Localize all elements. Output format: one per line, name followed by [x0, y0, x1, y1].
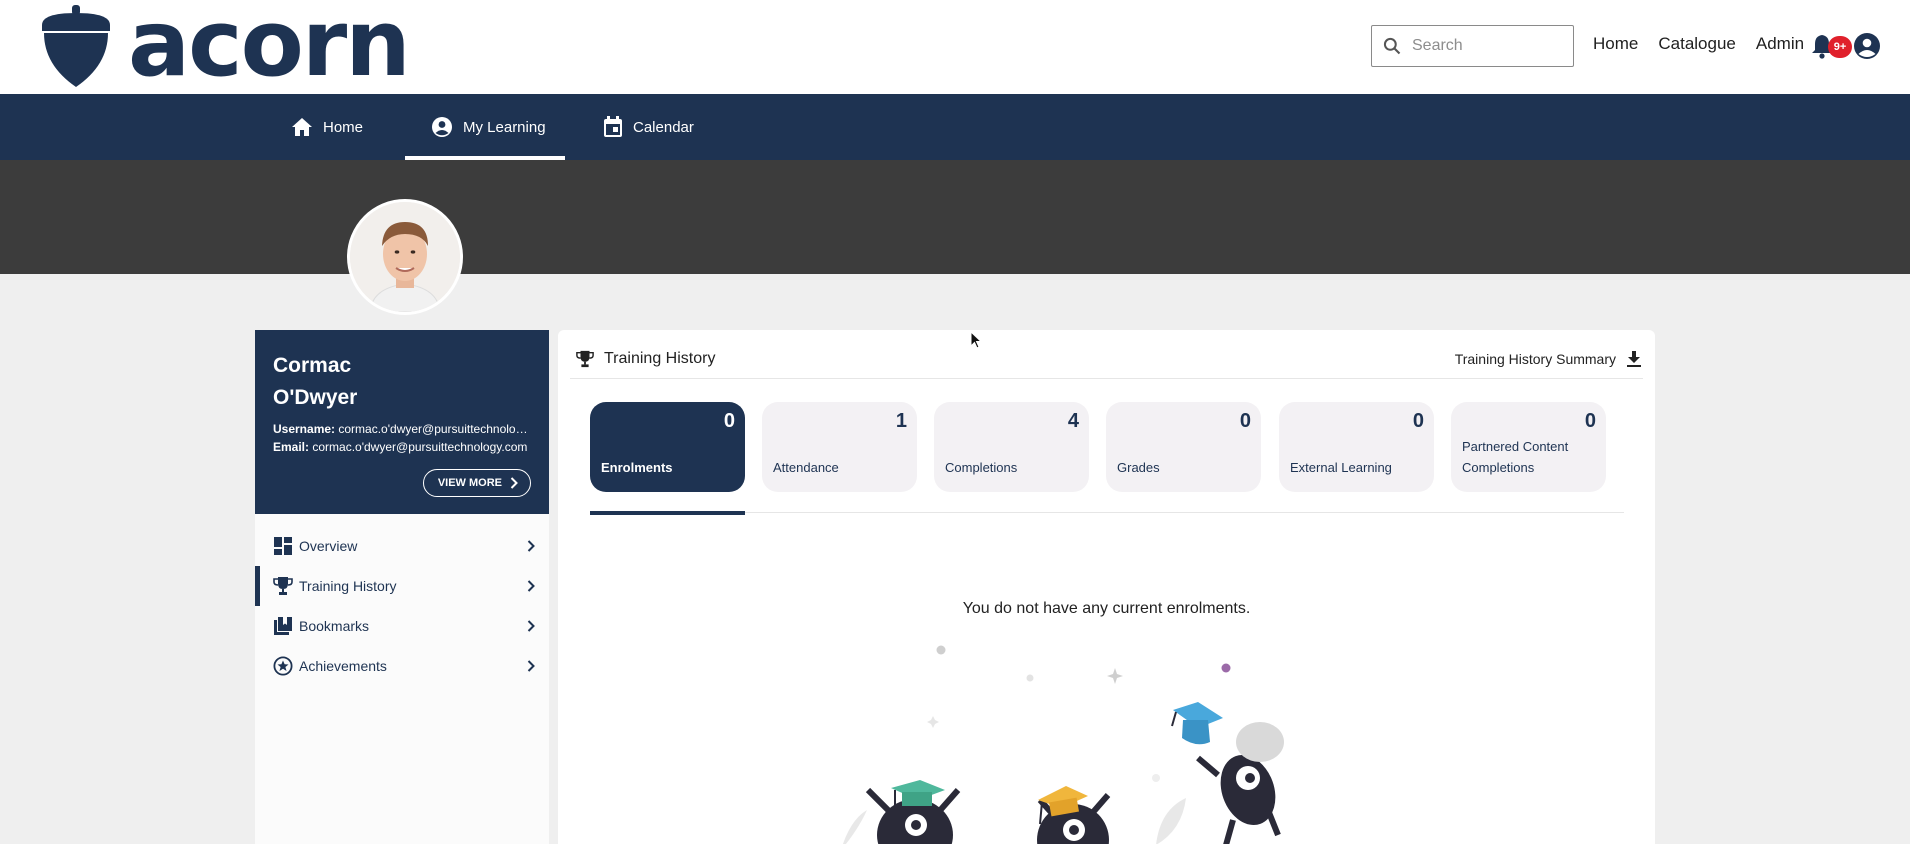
tile-enrolments[interactable]: 0 Enrolments — [590, 402, 745, 492]
nav-tab-label: My Learning — [463, 118, 546, 136]
profile-banner — [0, 160, 1910, 274]
username-value: cormac.o'dwyer@pursuittechnology... — [338, 422, 531, 436]
sidebar-item-label: Training History — [299, 578, 397, 594]
tile-label: Attendance — [773, 460, 839, 475]
graduation-monsters-illustration — [842, 645, 1284, 844]
account-circle-icon — [432, 117, 452, 137]
search-icon — [1383, 37, 1401, 55]
summary-link-label: Training History Summary — [1454, 351, 1616, 367]
nav-tab-my-learning[interactable]: My Learning — [405, 94, 565, 160]
sidebar-item-achievements[interactable]: Achievements — [255, 646, 549, 686]
chevron-right-icon — [510, 477, 518, 489]
tile-count: 0 — [1412, 410, 1424, 432]
chevron-right-icon — [527, 580, 535, 592]
top-links: Home Catalogue Admin — [1593, 34, 1824, 54]
email-label: Email: — [273, 440, 310, 454]
tile-label: External Learning — [1290, 460, 1392, 475]
sidebar-item-label: Bookmarks — [299, 618, 370, 634]
profile-first-name: Cormac — [273, 354, 352, 377]
download-icon — [1627, 351, 1641, 367]
tile-label: Partnered Content Completions — [1462, 439, 1569, 475]
tile-count: 0 — [1239, 410, 1251, 432]
tile-label: Completions — [945, 460, 1018, 475]
star-badge-icon — [273, 656, 293, 676]
tile-label: Grades — [1117, 460, 1160, 475]
nav-tab-label: Calendar — [633, 118, 694, 136]
notifications-badge: 9+ — [1828, 36, 1852, 58]
profile-card: Cormac O'Dwyer Username: cormac.o'dwyer@… — [255, 330, 549, 514]
top-header: acorn Home Catalogue Admin 9+ — [0, 0, 1910, 94]
tile-count: 4 — [1067, 410, 1079, 432]
sidebar-item-label: Achievements — [299, 658, 387, 674]
search-box[interactable] — [1371, 25, 1574, 67]
tile-count: 0 — [1584, 410, 1596, 432]
bookmarks-icon — [274, 617, 292, 635]
home-icon — [292, 118, 312, 136]
profile-photo — [350, 202, 460, 312]
acorn-icon — [42, 5, 110, 87]
tile-count: 0 — [723, 410, 735, 432]
panel-header: Training History — [576, 350, 715, 368]
tile-completions[interactable]: 4 Completions — [934, 402, 1089, 492]
dashboard-icon — [274, 537, 292, 555]
trophy-icon — [576, 350, 594, 368]
top-link-catalogue[interactable]: Catalogue — [1658, 34, 1736, 54]
tile-external-learning[interactable]: 0 External Learning — [1279, 402, 1434, 492]
email-value: cormac.o'dwyer@pursuittechnology.com — [312, 440, 528, 454]
acorn-logo[interactable]: acorn — [38, 0, 411, 90]
chevron-right-icon — [527, 540, 535, 552]
nav-tab-label: Home — [323, 118, 364, 136]
profile-last-name: O'Dwyer — [273, 386, 358, 409]
chevron-right-icon — [527, 660, 535, 672]
sidebar-item-label: Overview — [299, 538, 358, 554]
calendar-icon — [604, 116, 622, 137]
chevron-right-icon — [527, 620, 535, 632]
profile-email: Email: cormac.o'dwyer@pursuittechnology.… — [273, 438, 531, 456]
brand-name: acorn — [128, 0, 411, 97]
sidebar-item-bookmarks[interactable]: Bookmarks — [255, 606, 549, 646]
username-label: Username: — [273, 422, 336, 436]
view-more-button[interactable]: VIEW MORE — [422, 469, 531, 497]
panel-title: Training History — [604, 350, 716, 367]
active-tile-indicator — [590, 511, 745, 515]
main-nav: Home My Learning Calendar — [0, 94, 1910, 160]
tile-grades[interactable]: 0 Grades — [1106, 402, 1261, 492]
tile-partnered-content-completions[interactable]: 0 Partnered Content Completions — [1451, 402, 1606, 492]
nav-tab-calendar[interactable]: Calendar — [603, 94, 694, 160]
tile-count: 1 — [895, 410, 907, 432]
mouse-cursor-icon — [970, 331, 982, 349]
tile-attendance[interactable]: 1 Attendance — [762, 402, 917, 492]
profile-username: Username: cormac.o'dwyer@pursuittechnolo… — [273, 420, 531, 438]
trophy-icon — [273, 577, 293, 595]
panel-divider — [570, 378, 1643, 379]
empty-state-message: You do not have any current enrolments. — [962, 600, 1251, 617]
sidebar-item-training-history[interactable]: Training History — [255, 566, 549, 606]
search-input[interactable] — [1412, 37, 1562, 55]
avatar — [347, 199, 463, 315]
view-more-label: VIEW MORE — [437, 477, 502, 489]
account-icon[interactable] — [1853, 32, 1881, 60]
top-link-home[interactable]: Home — [1593, 34, 1638, 54]
nav-tab-home[interactable]: Home — [291, 94, 363, 160]
training-history-panel: Training History Training History Summar… — [558, 330, 1655, 844]
tile-label: Enrolments — [601, 460, 673, 475]
training-history-summary-link[interactable]: Training History Summary — [1455, 350, 1642, 368]
top-link-admin[interactable]: Admin — [1756, 34, 1804, 54]
sidebar-item-overview[interactable]: Overview — [255, 526, 549, 566]
profile-side-menu: Overview Training History Bookmarks Achi… — [255, 514, 549, 844]
tiles-underline — [590, 512, 1624, 513]
